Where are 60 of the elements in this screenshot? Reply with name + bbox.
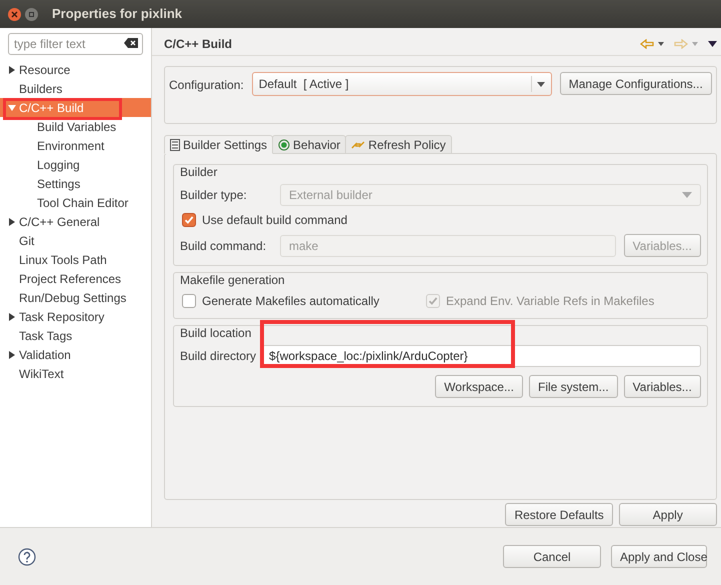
tree-item[interactable]: Validation xyxy=(0,345,151,364)
checkbox-label: Use default build command xyxy=(202,212,348,229)
button[interactable]: Manage Configurations... xyxy=(560,72,712,95)
tab[interactable]: Refresh Policy xyxy=(345,135,452,154)
configuration-dropdown[interactable]: Default [ Active ] xyxy=(252,72,552,96)
button[interactable]: Variables... xyxy=(624,375,701,398)
filter-field[interactable]: type filter text xyxy=(8,33,143,55)
tree-item[interactable]: Builders xyxy=(0,79,151,98)
tree-item[interactable]: C/C++ General xyxy=(0,212,151,231)
build-directory-label: Build directory xyxy=(180,348,256,365)
button[interactable]: Apply and Close xyxy=(611,545,707,568)
tree-item[interactable]: Project References xyxy=(0,269,151,288)
tab[interactable]: Behavior xyxy=(272,135,346,154)
radio-icon xyxy=(278,138,290,150)
expand-icon[interactable] xyxy=(8,66,16,74)
tree-item[interactable]: Task Repository xyxy=(0,307,151,326)
caret-icon xyxy=(682,192,692,198)
window-title: Properties for pixlink xyxy=(52,5,182,24)
tree-item[interactable]: WikiText xyxy=(0,364,151,383)
help-icon[interactable] xyxy=(18,548,36,566)
checkbox[interactable] xyxy=(182,294,196,308)
button[interactable]: Workspace... xyxy=(435,375,523,398)
tree-item[interactable]: Build Variables xyxy=(0,117,151,136)
expand-icon[interactable] xyxy=(8,312,16,320)
close-icon[interactable] xyxy=(8,8,21,20)
list-icon xyxy=(170,138,180,150)
clear-icon[interactable] xyxy=(124,38,138,48)
tree-item[interactable]: Linux Tools Path xyxy=(0,250,151,269)
tab[interactable]: Builder Settings xyxy=(164,135,274,154)
tree-item[interactable]: Logging xyxy=(0,155,151,174)
tree-item[interactable]: Run/Debug Settings xyxy=(0,288,151,307)
configuration-label: Configuration: xyxy=(169,77,244,94)
expand-icon[interactable] xyxy=(8,350,16,358)
button[interactable]: File system... xyxy=(528,375,618,398)
button[interactable]: Apply xyxy=(618,503,717,526)
caret-icon[interactable] xyxy=(658,42,664,46)
build-command-label: Build command: xyxy=(180,238,268,254)
tree-item[interactable]: Tool Chain Editor xyxy=(0,193,151,212)
button[interactable]: Restore Defaults xyxy=(505,503,613,526)
tree-item[interactable]: Git xyxy=(0,231,151,250)
page-title: C/C++ Build xyxy=(164,36,232,52)
collapse-icon[interactable] xyxy=(8,104,16,112)
caret-icon xyxy=(537,82,546,86)
minimize-icon[interactable] xyxy=(25,8,38,20)
builder-type-label: Builder type: xyxy=(180,187,248,204)
tree-item[interactable]: Task Tags xyxy=(0,326,151,345)
build-directory-field[interactable]: ${workspace_loc:/pixlink/ArduCopter} xyxy=(262,345,701,367)
checkbox-label: Generate Makefiles automatically xyxy=(202,293,380,310)
refresh-arrows-icon xyxy=(351,138,366,150)
tree-item[interactable]: Environment xyxy=(0,136,151,155)
group-title: Makefile generation xyxy=(180,272,286,288)
tree-item[interactable]: Resource xyxy=(0,60,151,79)
tree-item[interactable]: Settings xyxy=(0,174,151,193)
checkbox-label: Expand Env. Variable Refs in Makefiles xyxy=(446,293,654,310)
group-title: Build location xyxy=(180,325,252,341)
group-title: Builder xyxy=(180,164,218,180)
expand-icon[interactable] xyxy=(8,218,16,226)
checkbox[interactable] xyxy=(182,213,196,227)
menu-icon[interactable] xyxy=(708,40,717,46)
button[interactable]: Cancel xyxy=(503,545,601,568)
